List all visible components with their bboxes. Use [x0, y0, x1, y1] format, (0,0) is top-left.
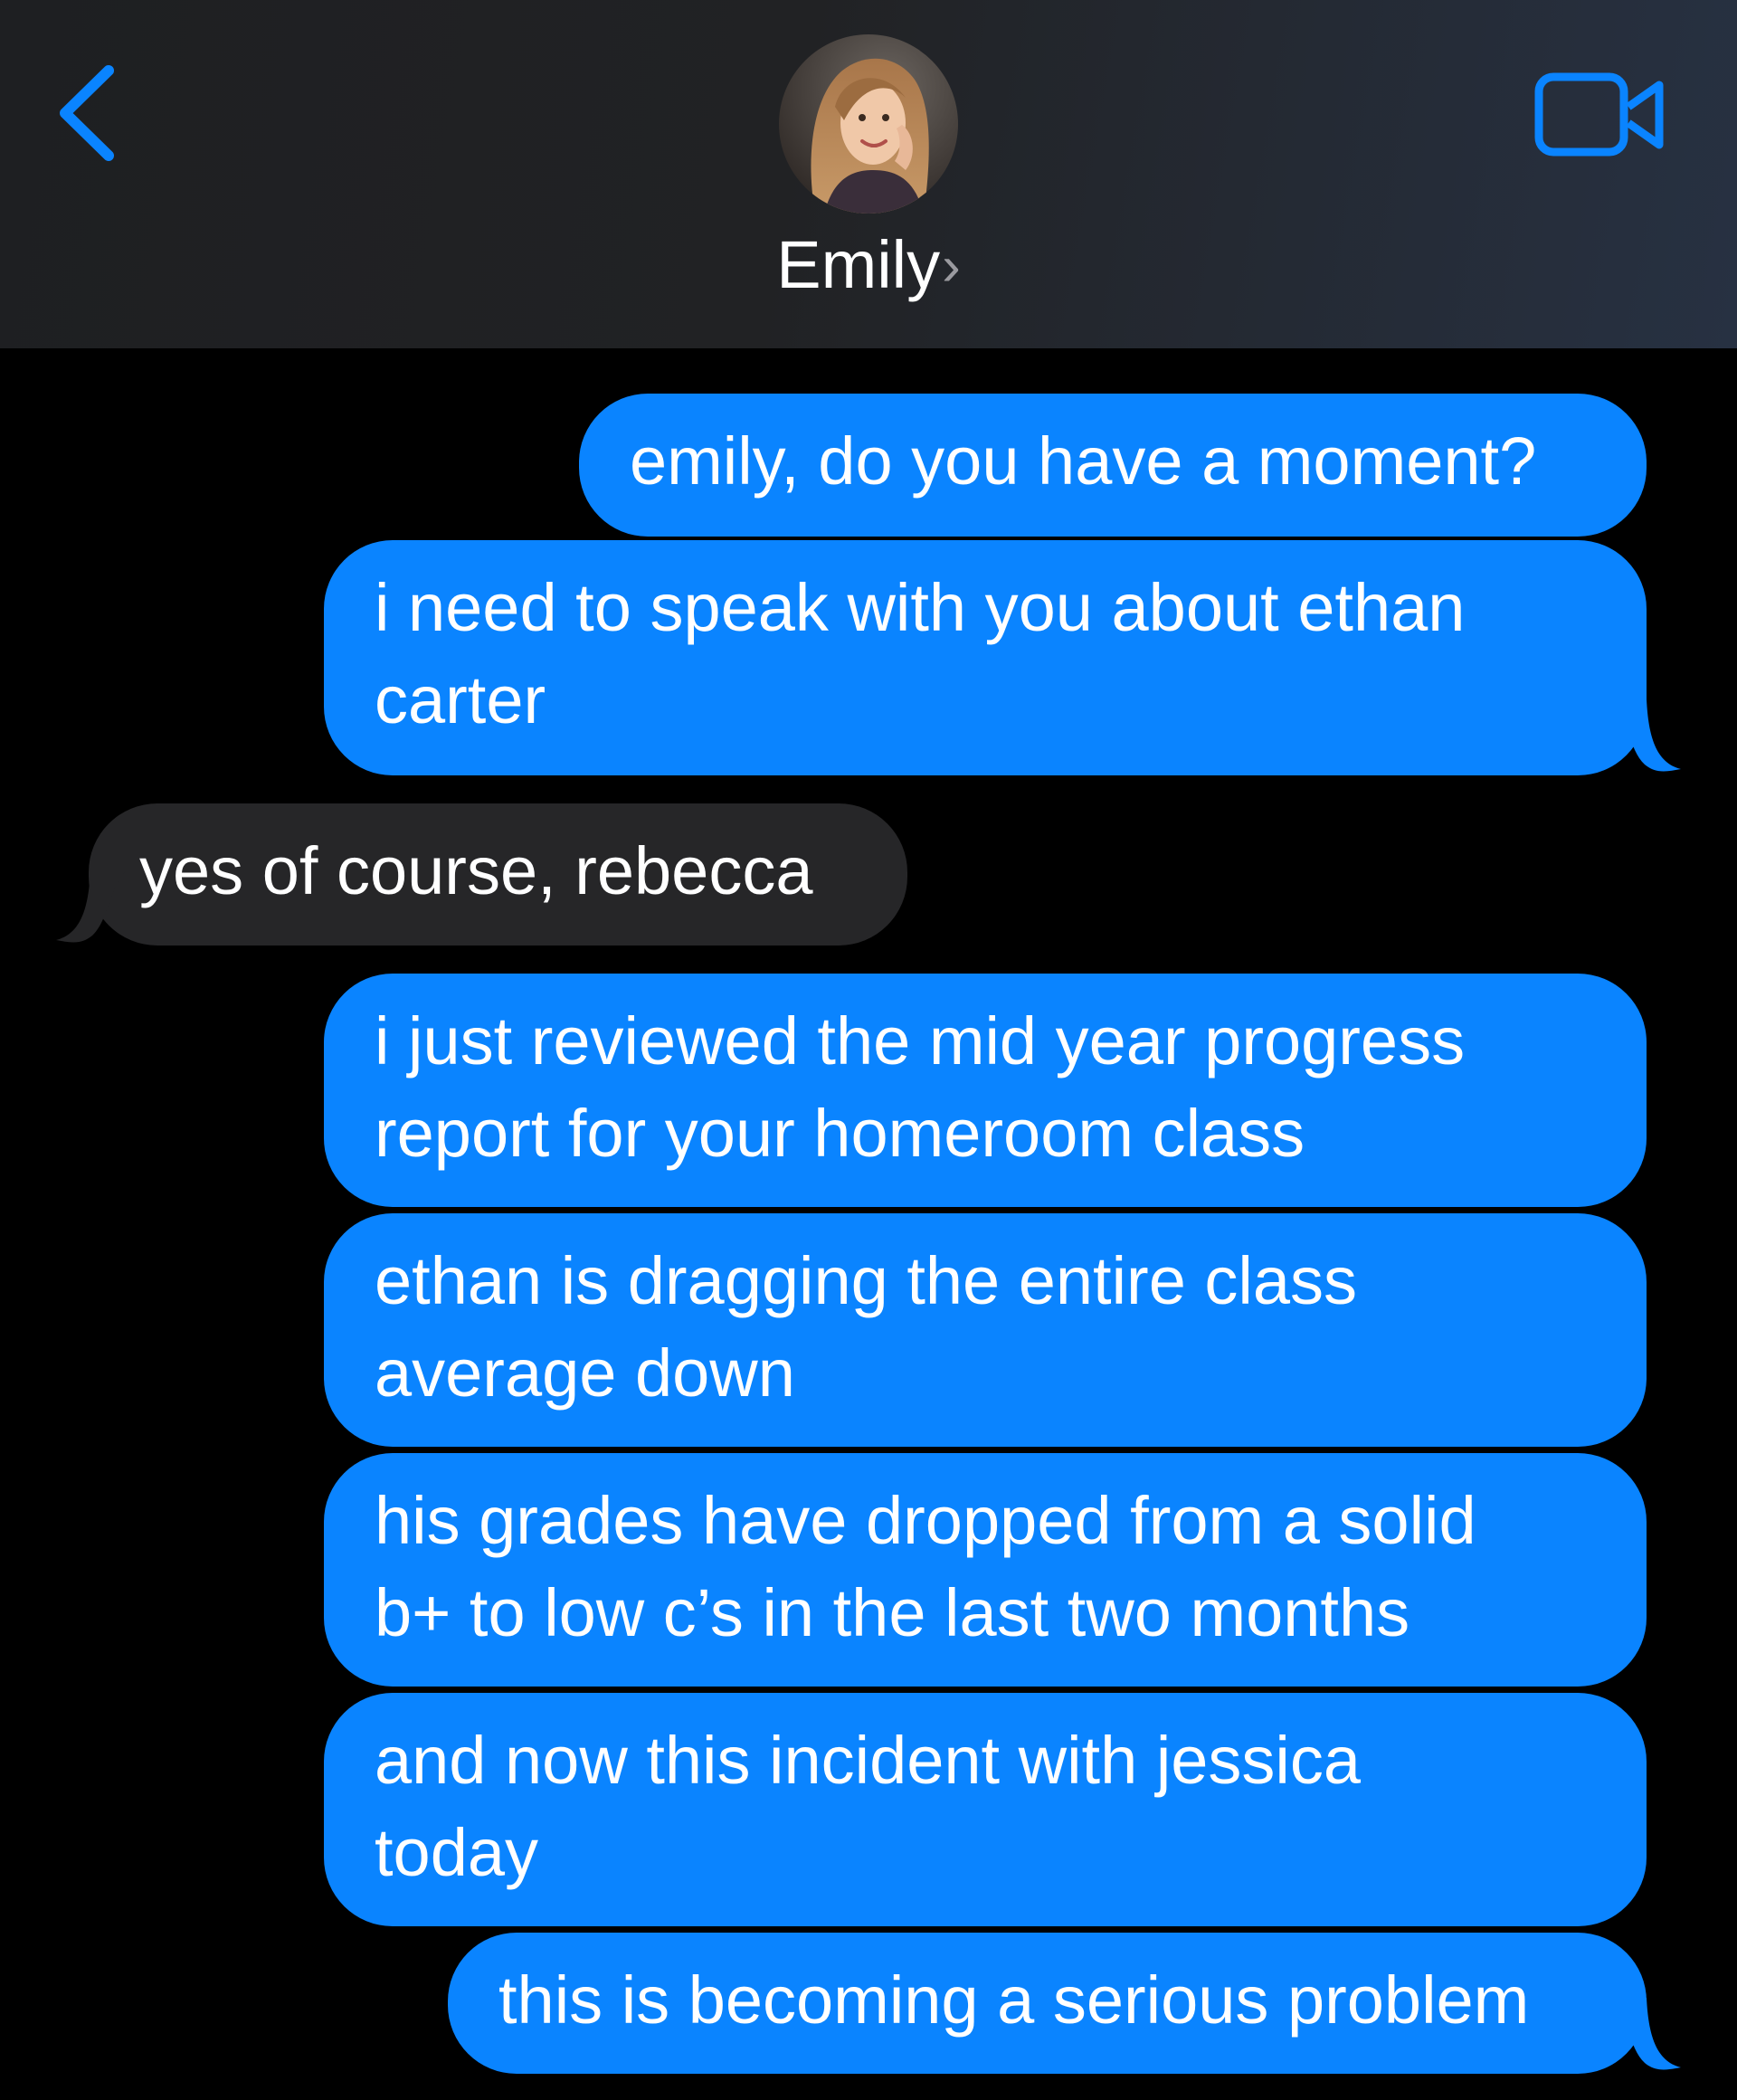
message-text-line: his grades have dropped from a solid	[375, 1483, 1476, 1558]
contact-avatar[interactable]	[779, 34, 958, 214]
message-text-line: today	[375, 1815, 539, 1890]
message-text-line: ethan is dragging the entire class	[375, 1243, 1358, 1318]
chevron-left-icon	[60, 65, 114, 161]
message-text-line: and now this incident with jessica	[375, 1723, 1362, 1798]
message-text-line: average down	[375, 1335, 795, 1411]
message-bubble-sent[interactable]: his grades have dropped from a solid b+ …	[324, 1453, 1647, 1687]
contact-name-button[interactable]: Emily ›	[0, 224, 1737, 306]
chevron-right-icon: ›	[942, 235, 961, 298]
back-button[interactable]	[54, 63, 127, 163]
video-camera-icon	[1534, 72, 1664, 157]
message-text-line: carter	[375, 662, 546, 737]
message-text-line: report for your homeroom class	[375, 1096, 1305, 1171]
message-bubble-sent[interactable]: emily, do you have a moment?	[579, 394, 1647, 537]
facetime-video-button[interactable]	[1534, 71, 1670, 161]
message-text-line: b+ to low c’s in the last two months	[375, 1575, 1410, 1650]
contact-name: Emily	[776, 227, 941, 302]
conversation-header: Emily ›	[0, 0, 1737, 348]
message-text-line: this is becoming a serious problem	[498, 1962, 1530, 2038]
message-bubble-sent[interactable]: i need to speak with you about ethan car…	[324, 540, 1647, 775]
message-bubble-sent[interactable]: i just reviewed the mid year progress re…	[324, 974, 1647, 1207]
message-text-line: i just reviewed the mid year progress	[375, 1003, 1466, 1079]
avatar-photo	[779, 34, 958, 214]
message-bubble-sent[interactable]: and now this incident with jessica today	[324, 1693, 1647, 1926]
message-text-line: i need to speak with you about ethan	[375, 570, 1466, 645]
message-text-line: emily, do you have a moment?	[630, 423, 1537, 499]
message-bubble-received[interactable]: yes of course, rebecca	[89, 803, 907, 945]
message-bubble-sent[interactable]: ethan is dragging the entire class avera…	[324, 1213, 1647, 1447]
message-bubble-sent[interactable]: this is becoming a serious problem	[448, 1933, 1647, 2074]
message-text-line: yes of course, rebecca	[139, 833, 813, 908]
